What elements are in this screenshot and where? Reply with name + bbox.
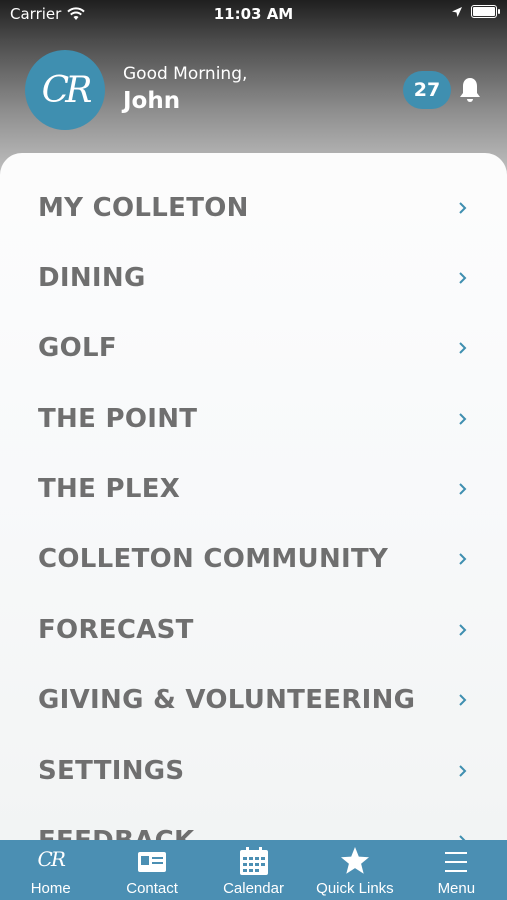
location-arrow-icon bbox=[452, 6, 462, 17]
status-bar: Carrier 11:03 AM bbox=[0, 0, 507, 28]
header: CR Good Morning, John 27 bbox=[0, 48, 507, 132]
chevron-right-icon bbox=[459, 553, 467, 565]
chevron-right-icon bbox=[459, 694, 467, 706]
chevron-right-icon bbox=[459, 342, 467, 354]
menu-item-label: THE POINT bbox=[38, 404, 198, 434]
main-menu: MY COLLETON DINING GOLF THE POINT THE PL… bbox=[0, 153, 507, 853]
greeting-text: Good Morning, bbox=[123, 64, 248, 84]
avatar[interactable]: CR bbox=[25, 50, 105, 130]
menu-item-giving-volunteering[interactable]: GIVING & VOLUNTEERING bbox=[0, 665, 507, 735]
menu-item-label: DINING bbox=[38, 263, 146, 293]
notification-count-badge[interactable]: 27 bbox=[403, 71, 451, 109]
tab-label: Menu bbox=[437, 880, 476, 897]
chevron-right-icon bbox=[459, 765, 467, 777]
tab-calendar[interactable]: Calendar bbox=[203, 840, 304, 900]
chevron-right-icon bbox=[459, 624, 467, 636]
menu-item-my-colleton[interactable]: MY COLLETON bbox=[0, 173, 507, 243]
chevron-right-icon bbox=[459, 483, 467, 495]
menu-item-settings[interactable]: SETTINGS bbox=[0, 736, 507, 806]
battery-icon bbox=[471, 5, 500, 18]
star-icon bbox=[340, 847, 369, 874]
chevron-right-icon bbox=[459, 202, 467, 214]
status-right bbox=[451, 5, 500, 18]
status-time: 11:03 AM bbox=[213, 5, 294, 23]
menu-item-label: GOLF bbox=[38, 333, 117, 363]
menu-item-the-point[interactable]: THE POINT bbox=[0, 384, 507, 454]
menu-item-label: THE PLEX bbox=[38, 474, 181, 504]
menu-item-label: FORECAST bbox=[38, 615, 194, 645]
menu-item-dining[interactable]: DINING bbox=[0, 243, 507, 313]
tab-bar: CR Home Contact Calendar Quick Links Men… bbox=[0, 840, 507, 900]
bell-icon[interactable] bbox=[458, 76, 482, 104]
contact-card-icon bbox=[138, 852, 167, 872]
menu-item-colleton-community[interactable]: COLLETON COMMUNITY bbox=[0, 524, 507, 594]
cr-logo-icon: CR bbox=[37, 847, 66, 871]
chevron-right-icon bbox=[459, 413, 467, 425]
tab-label: Calendar bbox=[223, 880, 284, 897]
menu-item-label: SETTINGS bbox=[38, 756, 185, 786]
tab-label: Quick Links bbox=[316, 880, 394, 897]
tab-quick-links[interactable]: Quick Links bbox=[304, 840, 405, 900]
tab-contact[interactable]: Contact bbox=[101, 840, 202, 900]
calendar-icon bbox=[239, 847, 268, 875]
chevron-right-icon bbox=[459, 272, 467, 284]
tab-label: Home bbox=[30, 880, 71, 897]
tab-menu[interactable]: Menu bbox=[406, 840, 507, 900]
menu-item-the-plex[interactable]: THE PLEX bbox=[0, 454, 507, 524]
tab-label: Contact bbox=[126, 880, 178, 897]
tab-home[interactable]: CR Home bbox=[0, 840, 101, 900]
menu-item-label: GIVING & VOLUNTEERING bbox=[38, 685, 416, 715]
menu-item-label: MY COLLETON bbox=[38, 193, 249, 223]
menu-item-label: COLLETON COMMUNITY bbox=[38, 544, 389, 574]
menu-item-golf[interactable]: GOLF bbox=[0, 313, 507, 383]
menu-item-forecast[interactable]: FORECAST bbox=[0, 595, 507, 665]
user-name: John bbox=[123, 88, 181, 114]
hamburger-menu-icon bbox=[445, 852, 468, 872]
